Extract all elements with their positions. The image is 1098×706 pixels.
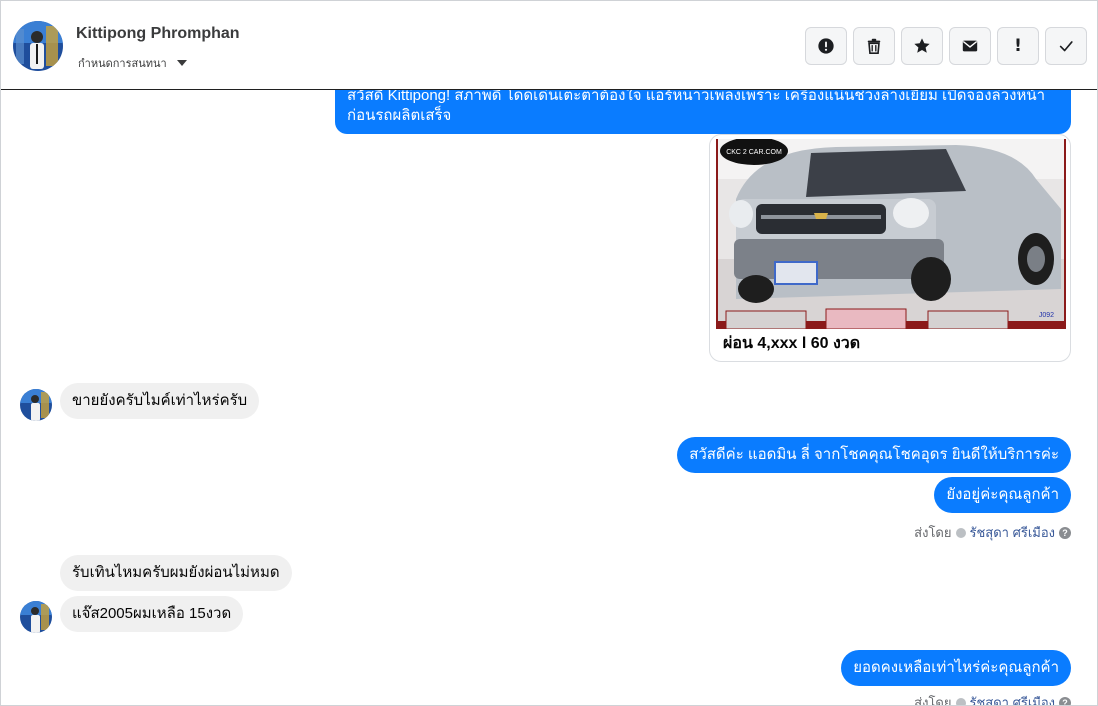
- conversation-toolbar: !: [805, 27, 1087, 65]
- message-text: สวัสดี Kittipong! สภาพดี โดดเด่นเตะตาต้อ…: [347, 90, 1046, 104]
- message-text: แจ๊ส2005ผมเหลือ 15งวด: [72, 605, 232, 622]
- incoming-message[interactable]: รับเทินไหมครับผมยังผ่อนไม่หมด: [60, 555, 292, 591]
- message-text: สวัสดีค่ะ แอดมิน ลี่ จากโชคคุณโชคอุดร ยิ…: [689, 446, 1059, 463]
- conversation-settings-dropdown[interactable]: กำหนดการสนทนา: [78, 54, 187, 72]
- sent-by-info: ส่งโดย รัชสุดา ศรีเมือง ?: [914, 522, 1071, 543]
- outgoing-message[interactable]: ยอดคงเหลือเท่าไหร่ค่ะคุณลูกค้า: [841, 650, 1071, 686]
- message-thread[interactable]: สวัสดี Kittipong! สภาพดี โดดเด่นเตะตาต้อ…: [1, 90, 1097, 706]
- delete-button[interactable]: [853, 27, 895, 65]
- message-text: ยังอยู่ค่ะคุณลูกค้า: [946, 486, 1059, 503]
- car-photo: CKC 2 CAR.COM J092: [716, 139, 1066, 329]
- attachment-card[interactable]: CKC 2 CAR.COM J092 ผ่อน 4,xxx l 60 งวด: [709, 134, 1071, 362]
- help-icon[interactable]: ?: [1059, 696, 1071, 705]
- check-icon: [1059, 41, 1073, 52]
- messenger-window: Kittipong Phromphan กำหนดการสนทนา ! สวัส…: [0, 0, 1098, 706]
- contact-avatar[interactable]: [20, 389, 52, 421]
- outgoing-message[interactable]: สวัสดีค่ะ แอดมิน ลี่ จากโชคคุณโชคอุดร ยิ…: [677, 437, 1071, 473]
- contact-avatar[interactable]: [20, 601, 52, 633]
- mail-icon: [962, 40, 978, 52]
- sent-by-name[interactable]: รัชสุดา ศรีเมือง: [970, 692, 1056, 705]
- message-text: ยอดคงเหลือเท่าไหร่ค่ะคุณลูกค้า: [853, 659, 1059, 676]
- incoming-message[interactable]: แจ๊ส2005ผมเหลือ 15งวด: [60, 596, 244, 632]
- outgoing-message[interactable]: ยังอยู่ค่ะคุณลูกค้า: [934, 477, 1071, 513]
- exclamation-icon: !: [1014, 36, 1022, 56]
- incoming-message[interactable]: ขายยังครับไมค์เท่าไหร่ครับ: [60, 383, 260, 419]
- caret-down-icon: [176, 60, 187, 66]
- verified-icon: [955, 527, 966, 538]
- mark-spam-button[interactable]: !: [997, 27, 1039, 65]
- star-button[interactable]: [901, 27, 943, 65]
- star-icon: [914, 38, 930, 53]
- verified-icon: [955, 697, 966, 705]
- alert-circle-icon: [818, 38, 834, 54]
- message-text: ก่อนรถผลิตเสร็จ: [347, 107, 452, 124]
- sent-by-info: ส่งโดย รัชสุดา ศรีเมือง ?: [914, 692, 1071, 706]
- message-text: รับเทินไหมครับผมยังผ่อนไม่หมด: [72, 564, 280, 581]
- mark-unread-button[interactable]: [949, 27, 991, 65]
- sent-by-label: ส่งโดย: [914, 695, 952, 706]
- outgoing-message[interactable]: สวัสดี Kittipong! สภาพดี โดดเด่นเตะตาต้อ…: [335, 90, 1071, 134]
- attachment-caption: ผ่อน 4,xxx l 60 งวด: [723, 335, 861, 352]
- report-button[interactable]: [805, 27, 847, 65]
- contact-name[interactable]: Kittipong Phromphan: [76, 25, 240, 43]
- contact-avatar[interactable]: [13, 21, 63, 71]
- sent-by-name[interactable]: รัชสุดา ศรีเมือง: [970, 522, 1056, 543]
- mark-done-button[interactable]: [1045, 27, 1087, 65]
- help-icon[interactable]: ?: [1059, 526, 1071, 539]
- trash-icon: [867, 38, 881, 55]
- conversation-header: Kittipong Phromphan กำหนดการสนทนา !: [1, 1, 1097, 90]
- conversation-settings-label: กำหนดการสนทนา: [78, 58, 167, 70]
- message-text: ขายยังครับไมค์เท่าไหร่ครับ: [72, 392, 248, 409]
- sent-by-label: ส่งโดย: [914, 525, 952, 540]
- car-code-text: J092: [1039, 312, 1054, 319]
- dealer-logo-text: CKC 2 CAR.COM: [726, 149, 782, 156]
